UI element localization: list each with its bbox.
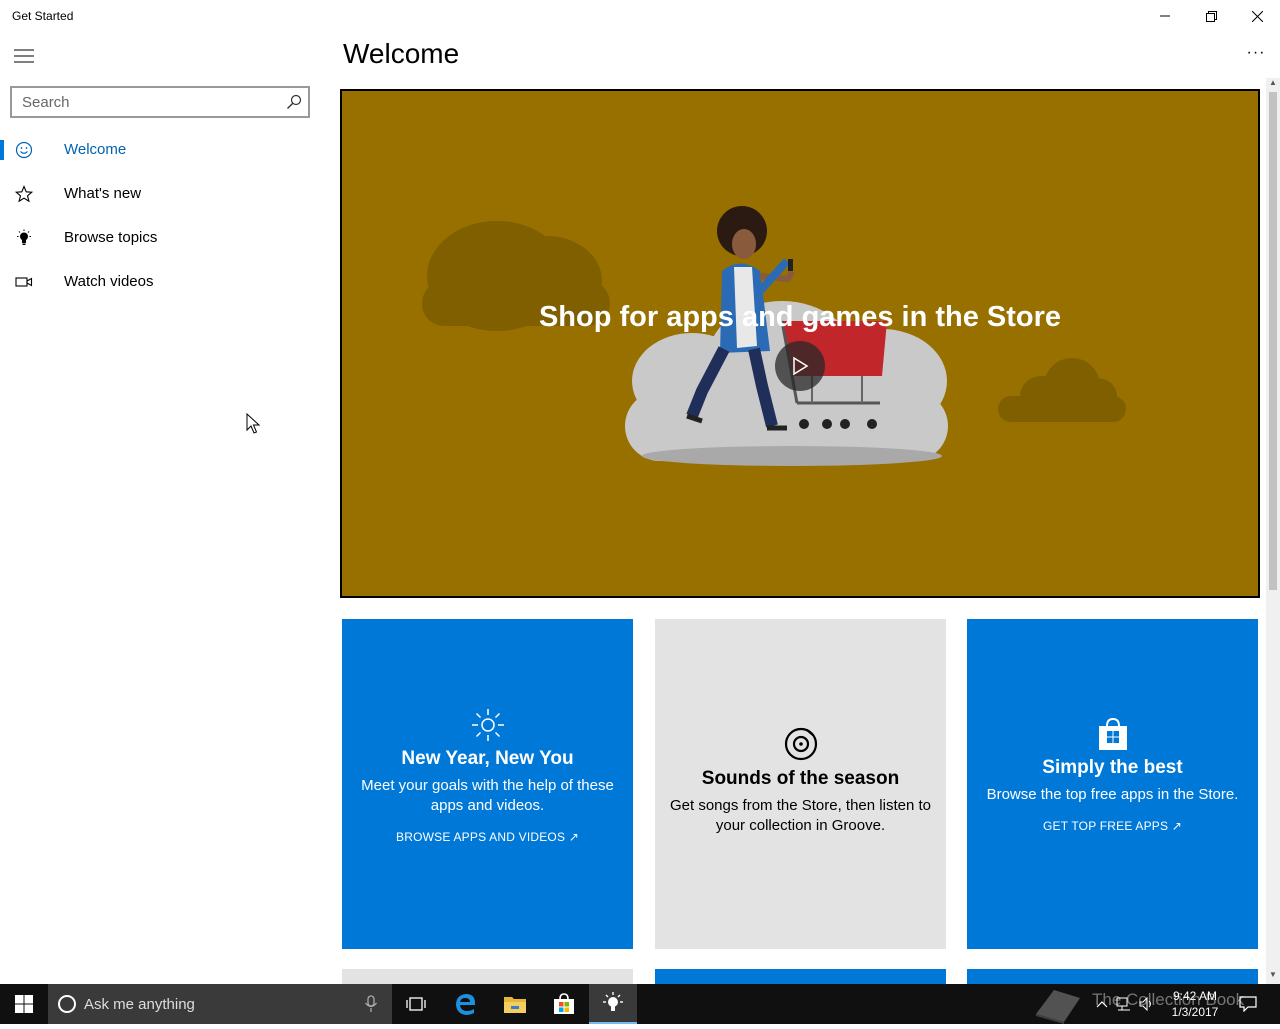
- sun-icon: [471, 709, 504, 741]
- title-bar: Get Started: [0, 0, 1280, 32]
- cortana-placeholder: Ask me anything: [84, 996, 195, 1013]
- clock-time: 9:42 AM: [1172, 989, 1218, 1003]
- star-icon: [14, 184, 34, 204]
- scrollbar-thumb[interactable]: [1269, 92, 1277, 590]
- task-view-button[interactable]: [392, 984, 440, 1024]
- show-hidden-icons-button[interactable]: [1094, 984, 1110, 1024]
- browse-apps-videos-link[interactable]: BROWSE APPS AND VIDEOS ↗: [342, 830, 633, 844]
- nav-item-label: Browse topics: [64, 229, 158, 246]
- tile-title: New Year, New You: [401, 748, 574, 769]
- book-logo-icon: [1036, 990, 1080, 1024]
- get-started-window: Get Started Welcome: [0, 0, 1280, 984]
- search-input[interactable]: [12, 88, 282, 116]
- tile-title: Simply the best: [1042, 757, 1183, 778]
- search-icon[interactable]: [286, 94, 302, 110]
- store-icon: [554, 993, 574, 1014]
- minimize-button[interactable]: [1142, 0, 1188, 32]
- sidebar-nav: Welcome What's new Browse topics Watch v…: [0, 128, 330, 304]
- nav-item-whats-new[interactable]: What's new: [0, 172, 330, 216]
- network-icon: [1116, 997, 1130, 1011]
- get-top-free-apps-link[interactable]: GET TOP FREE APPS ↗: [967, 819, 1258, 833]
- tile-partial[interactable]: [342, 969, 633, 984]
- tile-partial[interactable]: [967, 969, 1258, 984]
- tile-new-year[interactable]: New Year, New You Meet your goals with t…: [342, 619, 633, 949]
- page-title: Welcome: [343, 38, 460, 69]
- hamburger-menu-button[interactable]: [0, 36, 48, 76]
- nav-item-welcome[interactable]: Welcome: [0, 128, 330, 172]
- nav-item-watch-videos[interactable]: Watch videos: [0, 260, 330, 304]
- scroll-up-arrow[interactable]: ▲: [1266, 78, 1280, 92]
- taskbar: Ask me anything The Collection Book 9:42…: [0, 984, 1280, 1024]
- network-button[interactable]: [1114, 984, 1134, 1024]
- tile-description: Get songs from the Store, then listen to…: [670, 797, 931, 834]
- restore-icon: [1205, 10, 1217, 22]
- tile-description: Browse the top free apps in the Store.: [986, 786, 1239, 803]
- tile-description: Meet your goals with the help of these a…: [361, 777, 614, 814]
- windows-logo-icon: [15, 995, 33, 1013]
- search-box[interactable]: [10, 86, 310, 118]
- start-button[interactable]: [0, 984, 48, 1024]
- play-icon: [793, 356, 809, 376]
- nav-item-label: Watch videos: [64, 273, 154, 290]
- mouse-cursor-icon: [246, 413, 260, 434]
- close-icon: [1251, 10, 1263, 22]
- nav-item-browse-topics[interactable]: Browse topics: [0, 216, 330, 260]
- store-taskbar-button[interactable]: [540, 984, 588, 1024]
- more-options-button[interactable]: ···: [1240, 44, 1272, 68]
- get-started-taskbar-button[interactable]: [589, 984, 637, 1024]
- file-explorer-button[interactable]: [491, 984, 539, 1024]
- hamburger-icon: [14, 49, 34, 63]
- window-title: Get Started: [12, 9, 74, 23]
- nav-item-label: Welcome: [64, 141, 127, 158]
- vertical-scrollbar[interactable]: ▲ ▼: [1266, 78, 1280, 984]
- edge-browser-button[interactable]: [442, 984, 490, 1024]
- smiley-icon: [14, 140, 34, 160]
- scroll-down-arrow[interactable]: ▼: [1266, 970, 1280, 984]
- clock-date: 1/3/2017: [1171, 1005, 1219, 1019]
- tile-title: Sounds of the season: [701, 768, 900, 789]
- lightbulb-icon: [603, 992, 623, 1011]
- cortana-search-box[interactable]: Ask me anything: [48, 984, 392, 1024]
- hero-title: Shop for apps and games in the Store: [538, 301, 1062, 333]
- volume-button[interactable]: [1136, 984, 1158, 1024]
- task-view-icon: [406, 997, 426, 1011]
- action-center-button[interactable]: [1234, 984, 1262, 1024]
- system-clock[interactable]: 9:42 AM 1/3/2017: [1162, 988, 1228, 1020]
- microphone-icon[interactable]: [364, 995, 378, 1013]
- play-button[interactable]: [775, 341, 825, 391]
- speaker-icon: [1139, 997, 1151, 1011]
- close-button[interactable]: [1234, 0, 1280, 32]
- store-bag-icon: [1098, 717, 1127, 750]
- tile-simply-the-best[interactable]: Simply the best Browse the top free apps…: [967, 619, 1258, 949]
- nav-item-label: What's new: [64, 185, 142, 202]
- tile-partial[interactable]: [655, 969, 946, 984]
- cortana-icon: [58, 995, 76, 1013]
- notification-icon: [1239, 996, 1257, 1012]
- minimize-icon: [1160, 15, 1170, 17]
- restore-button[interactable]: [1188, 0, 1234, 32]
- music-disc-icon: [784, 727, 817, 761]
- edge-icon: [456, 994, 475, 1015]
- lightbulb-icon: [14, 228, 34, 248]
- video-camera-icon: [14, 272, 34, 292]
- hero-banner[interactable]: Shop for apps and games in the Store: [340, 89, 1260, 598]
- tile-sounds-of-season[interactable]: Sounds of the season Get songs from the …: [655, 619, 946, 949]
- chevron-up-icon: [1096, 1001, 1108, 1008]
- folder-icon: [504, 997, 526, 1013]
